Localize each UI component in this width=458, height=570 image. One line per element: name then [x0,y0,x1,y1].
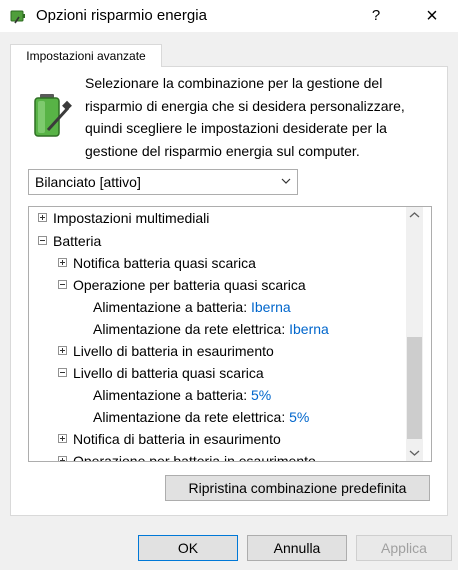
tree-item-low-battery-level[interactable]: Livello di batteria quasi scarica [58,362,264,384]
scroll-up-icon[interactable] [406,207,423,224]
battery-plug-icon [10,10,25,24]
description-text: Selezionare la combinazione per la gesti… [85,75,405,159]
apply-button[interactable]: Applica [356,535,452,561]
tree-item-reserve-battery-notification[interactable]: Notifica di batteria in esaurimento [58,428,281,450]
title-bar: Opzioni risparmio energia ? × [0,0,458,32]
scroll-down-icon[interactable] [406,444,423,461]
tree-item-critical-battery-action[interactable]: Operazione per batteria in esaurimento [58,450,316,461]
collapse-icon[interactable] [58,368,67,378]
tree-item-plugged-in[interactable]: Alimentazione da rete elettrica: Iberna [93,318,329,340]
tree-item-reserve-battery-level[interactable]: Livello di batteria in esaurimento [58,340,274,362]
cancel-button[interactable]: Annulla [247,535,347,561]
setting-value-link[interactable]: 5% [289,409,309,425]
ok-button[interactable]: OK [138,535,238,561]
setting-value-link[interactable]: 5% [251,387,271,403]
tree-item-on-battery[interactable]: Alimentazione a batteria: 5% [93,384,271,406]
chevron-down-icon [281,178,291,184]
tree-scrollbar[interactable] [406,207,423,461]
close-button[interactable]: × [414,0,450,32]
tree-item-plugged-in[interactable]: Alimentazione da rete elettrica: 5% [93,406,309,428]
power-plan-select[interactable]: Bilanciato [attivo] [28,169,298,195]
collapse-icon[interactable] [38,236,47,246]
restore-defaults-button[interactable]: Ripristina combinazione predefinita [165,475,430,501]
window-title: Opzioni risparmio energia [36,7,207,24]
tab-advanced-settings[interactable]: Impostazioni avanzate [10,44,162,67]
setting-value-link[interactable]: Iberna [289,321,329,337]
setting-value-link[interactable]: Iberna [251,299,291,315]
tree-item-on-battery[interactable]: Alimentazione a batteria: Iberna [93,296,291,318]
tree-item-low-battery-action[interactable]: Operazione per batteria quasi scarica [58,274,306,296]
tree-item-multimedia[interactable]: Impostazioni multimediali [38,207,209,229]
tree-item-battery[interactable]: Batteria [38,230,101,252]
expand-icon[interactable] [58,434,67,444]
scroll-thumb[interactable] [407,337,422,439]
settings-tree[interactable]: Impostazioni multimediali Batteria Notif… [28,206,432,462]
help-button[interactable]: ? [360,0,392,32]
expand-icon[interactable] [58,258,67,268]
expand-icon[interactable] [38,213,47,223]
tree-item-low-battery-notification[interactable]: Notifica batteria quasi scarica [58,252,256,274]
battery-icon [34,94,72,137]
expand-icon[interactable] [58,346,67,356]
expand-icon[interactable] [58,456,67,461]
power-plan-value: Bilanciato [attivo] [35,174,141,190]
collapse-icon[interactable] [58,280,67,290]
